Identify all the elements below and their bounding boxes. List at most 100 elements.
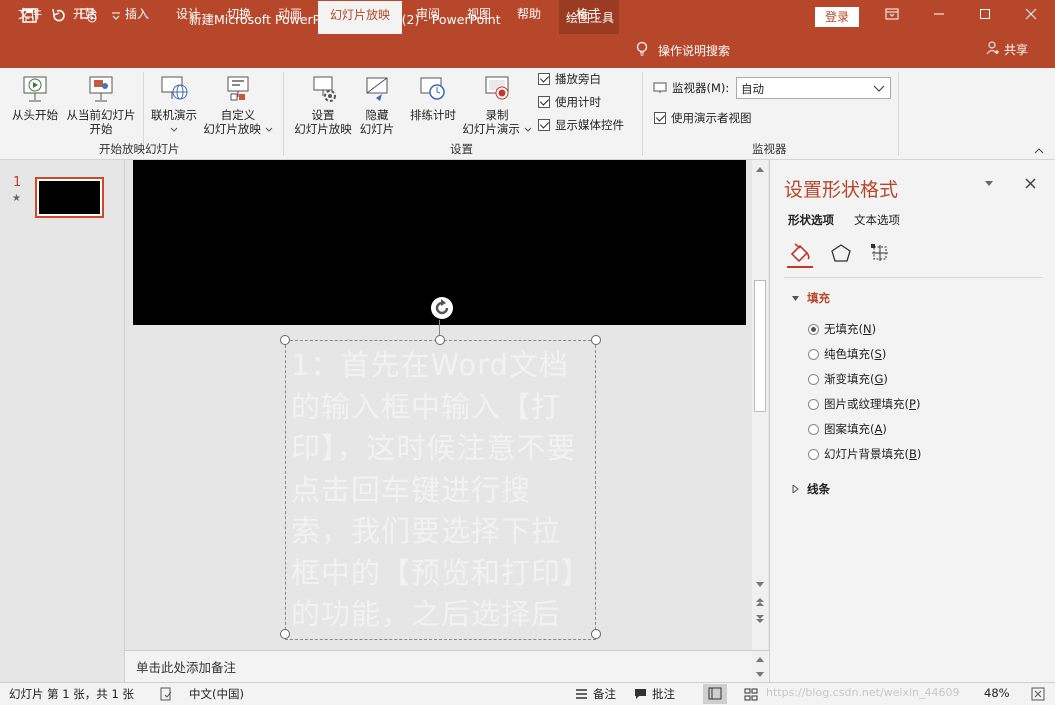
text-box-content[interactable]: 1：首先在Word文档的输入框中输入【打印】，这时候注意不要点击回车键进行搜索，… <box>291 345 581 636</box>
effects-pentagon-icon[interactable] <box>830 243 852 263</box>
present-from-start-icon <box>23 76 47 102</box>
hide-slide-label-2: 幻灯片 <box>359 122 395 136</box>
fill-option-solid[interactable]: 纯色填充(S) <box>808 346 886 362</box>
share-button[interactable]: 共享 <box>986 41 1028 58</box>
resize-handle-top-left[interactable] <box>280 335 290 345</box>
ribbon: 从头开始 从当前幻灯片 开始 联机演示 自定义 幻灯片放映 开始放映幻灯片 设置… <box>0 68 1055 160</box>
record-slide-show-button[interactable]: 录制 幻灯片演示 <box>460 74 534 136</box>
status-bar: 幻灯片 第 1 张，共 1 张 中文(中国) 备注 批注 https://blo… <box>0 682 1055 705</box>
login-button[interactable]: 登录 <box>815 7 859 27</box>
notes-pane[interactable]: 单击此处添加备注 <box>125 650 770 683</box>
present-from-current-icon <box>89 76 113 102</box>
comment-icon <box>635 689 646 699</box>
chevron-down-icon <box>873 85 885 92</box>
pane-options-icon[interactable] <box>984 180 994 187</box>
rotate-handle-icon[interactable] <box>430 296 454 320</box>
fill-option-no-fill[interactable]: 无填充(N) <box>808 321 876 337</box>
rehearse-timings-button[interactable]: 排练计时 <box>405 74 461 122</box>
format-shape-pane: 设置形状格式 形状选项 文本选项 填充 无填充(N) 纯色填充(S) 渐变填充(… <box>769 160 1055 682</box>
present-online-icon <box>161 76 188 100</box>
fill-option-picture[interactable]: 图片或纹理填充(P) <box>808 396 920 412</box>
scroll-up-icon[interactable] <box>755 165 765 173</box>
tab-format[interactable]: 格式 <box>576 7 600 34</box>
tab-review[interactable]: 审阅 <box>416 7 440 34</box>
setup-slide-show-button[interactable]: 设置 幻灯片放映 <box>290 74 356 136</box>
use-timings-checkbox[interactable]: 使用计时 <box>538 94 601 110</box>
resize-handle-bottom-left[interactable] <box>280 629 290 639</box>
from-current-label-1: 从当前幻灯片 <box>66 108 136 122</box>
tab-insert[interactable]: 插入 <box>125 7 149 34</box>
transition-star-icon: ★ <box>12 193 21 204</box>
scroll-down-icon[interactable] <box>755 671 765 679</box>
record-show-icon <box>485 76 509 100</box>
tab-view[interactable]: 视图 <box>467 7 491 34</box>
close-window-icon[interactable] <box>1021 7 1041 27</box>
monitor-select[interactable]: 自动 <box>736 77 891 99</box>
notes-toggle-label: 备注 <box>593 687 616 701</box>
size-properties-icon[interactable] <box>869 242 891 264</box>
scroll-thumb[interactable] <box>754 280 766 412</box>
fit-slide-icon[interactable] <box>1031 687 1045 701</box>
maximize-icon[interactable] <box>975 7 995 27</box>
tell-me-search[interactable]: 操作说明搜索 <box>636 41 730 60</box>
expanded-caret-icon <box>792 295 799 301</box>
fill-option-gradient[interactable]: 渐变填充(G) <box>808 371 888 387</box>
resize-handle-bottom-right[interactable] <box>591 629 601 639</box>
setup-show-label-1: 设置 <box>311 108 335 122</box>
scroll-down-icon[interactable] <box>755 581 765 589</box>
presenter-view-checkbox[interactable]: 使用演示者视图 <box>654 110 752 126</box>
notes-scrollbar[interactable] <box>752 651 768 683</box>
scroll-up-icon[interactable] <box>755 655 765 663</box>
show-media-controls-checkbox[interactable]: 显示媒体控件 <box>538 117 624 133</box>
hide-slide-button[interactable]: 隐藏 幻灯片 <box>356 74 398 136</box>
notes-placeholder[interactable]: 单击此处添加备注 <box>136 657 236 676</box>
text-box[interactable]: 1：首先在Word文档的输入框中输入【打印】，这时候注意不要点击回车键进行搜索，… <box>285 340 596 640</box>
fill-section-header[interactable]: 填充 <box>792 290 830 306</box>
next-slide-icon[interactable] <box>755 614 765 624</box>
tab-help[interactable]: 帮助 <box>517 7 541 34</box>
present-online-button[interactable]: 联机演示 <box>146 74 202 136</box>
undo-icon[interactable] <box>51 8 66 23</box>
resize-handle-top[interactable] <box>435 335 445 345</box>
record-show-label-2: 幻灯片演示 <box>462 122 520 136</box>
line-section-header[interactable]: 线条 <box>792 481 830 497</box>
custom-show-label-2: 幻灯片放映 <box>203 122 261 136</box>
zoom-level[interactable]: 48% <box>984 686 1010 700</box>
notes-toggle[interactable]: 备注 <box>575 686 616 702</box>
normal-view-button[interactable] <box>703 684 727 704</box>
tab-file[interactable]: 文件 <box>18 7 42 34</box>
custom-show-icon <box>227 76 249 101</box>
dropdown-arrow-icon <box>265 127 272 132</box>
option-label: 纯色填充(S) <box>824 347 887 361</box>
tab-home[interactable]: 开始 <box>73 7 97 34</box>
pane-title: 设置形状格式 <box>784 179 899 201</box>
comments-toggle[interactable]: 批注 <box>634 686 675 702</box>
tab-transitions[interactable]: 切换 <box>227 7 251 34</box>
language-status[interactable]: 中文(中国) <box>189 686 244 702</box>
from-beginning-button[interactable]: 从头开始 <box>8 74 62 122</box>
slide-thumbnail[interactable] <box>35 177 104 218</box>
fill-option-slide-background[interactable]: 幻灯片背景填充(B) <box>808 446 921 462</box>
close-pane-icon[interactable] <box>1025 178 1036 189</box>
fill-line-icon[interactable] <box>789 242 813 264</box>
custom-slide-show-button[interactable]: 自定义 幻灯片放映 <box>202 74 274 136</box>
tab-shape-options[interactable]: 形状选项 <box>788 212 834 228</box>
collapse-ribbon-icon[interactable] <box>1034 147 1044 154</box>
fill-option-pattern[interactable]: 图案填充(A) <box>808 421 887 437</box>
play-narrations-checkbox[interactable]: 播放旁白 <box>538 71 601 87</box>
tab-design[interactable]: 设计 <box>176 7 200 34</box>
minimize-icon[interactable] <box>929 7 949 27</box>
slide-vertical-scrollbar[interactable] <box>752 160 768 650</box>
accessibility-check-icon[interactable] <box>159 687 173 701</box>
tab-text-options[interactable]: 文本选项 <box>854 212 900 228</box>
customize-qat-icon[interactable] <box>111 11 121 21</box>
tab-slide-show[interactable]: 幻灯片放映 <box>318 1 402 34</box>
monitor-label-row: 监视器(M): <box>653 80 729 96</box>
slide-count-status[interactable]: 幻灯片 第 1 张，共 1 张 <box>9 686 134 702</box>
tab-animations[interactable]: 动画 <box>278 7 302 34</box>
previous-slide-icon[interactable] <box>755 597 765 607</box>
ribbon-display-options-icon[interactable] <box>882 7 902 27</box>
resize-handle-top-right[interactable] <box>591 335 601 345</box>
from-current-slide-button[interactable]: 从当前幻灯片 开始 <box>63 74 139 136</box>
slide-sorter-icon[interactable] <box>744 688 758 701</box>
